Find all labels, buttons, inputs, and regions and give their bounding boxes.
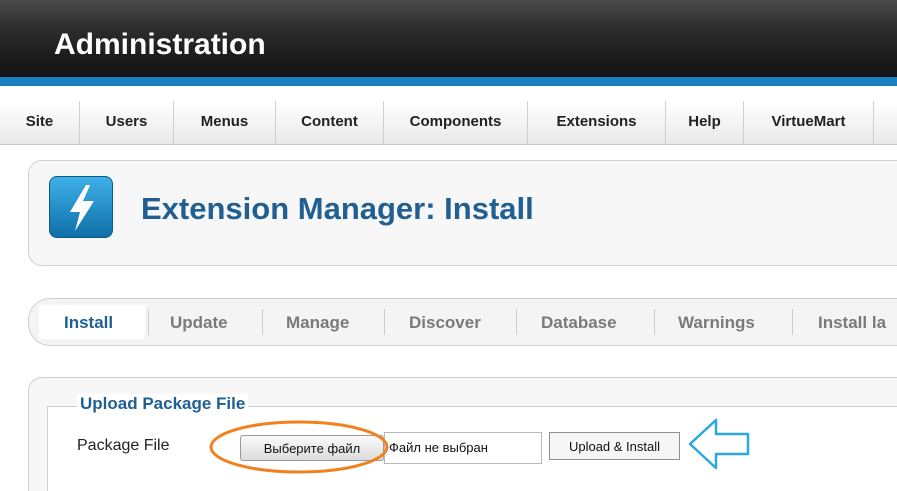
tab-warnings[interactable]: Warnings	[678, 311, 755, 335]
tab-separator	[654, 309, 655, 335]
tab-separator	[262, 309, 263, 335]
tab-manage[interactable]: Manage	[286, 311, 349, 335]
tab-install-languages[interactable]: Install la	[818, 311, 886, 335]
admin-header: Administration	[0, 0, 897, 86]
menu-item-users[interactable]: Users	[80, 101, 174, 145]
file-status-text: Файл не выбран	[384, 432, 542, 464]
page-title: Extension Manager: Install	[141, 191, 534, 226]
menu-item-content[interactable]: Content	[276, 101, 384, 145]
menu-item-virtuemart[interactable]: VirtueMart	[744, 101, 874, 145]
tab-separator	[384, 309, 385, 335]
upload-install-button[interactable]: Upload & Install	[549, 432, 680, 460]
menu-item-components[interactable]: Components	[384, 101, 528, 145]
blue-arrow-left-icon	[688, 418, 750, 470]
menu-item-menus[interactable]: Menus	[174, 101, 276, 145]
tab-update[interactable]: Update	[170, 311, 228, 335]
main-menu-bar: Site Users Menus Content Components Exte…	[0, 101, 897, 145]
menu-item-site[interactable]: Site	[0, 101, 80, 145]
tab-separator	[148, 309, 149, 335]
lightning-icon	[49, 176, 113, 238]
tab-separator	[792, 309, 793, 335]
upload-legend: Upload Package File	[77, 394, 249, 414]
header-title: Administration	[54, 28, 266, 61]
tab-install[interactable]: Install	[64, 311, 113, 335]
menu-item-extensions[interactable]: Extensions	[528, 101, 666, 145]
menu-item-help[interactable]: Help	[666, 101, 744, 145]
tab-discover[interactable]: Discover	[409, 311, 481, 335]
tab-database[interactable]: Database	[541, 311, 617, 335]
tab-separator	[516, 309, 517, 335]
orange-highlight-ellipse-icon	[209, 420, 389, 474]
package-file-label: Package File	[77, 437, 170, 454]
